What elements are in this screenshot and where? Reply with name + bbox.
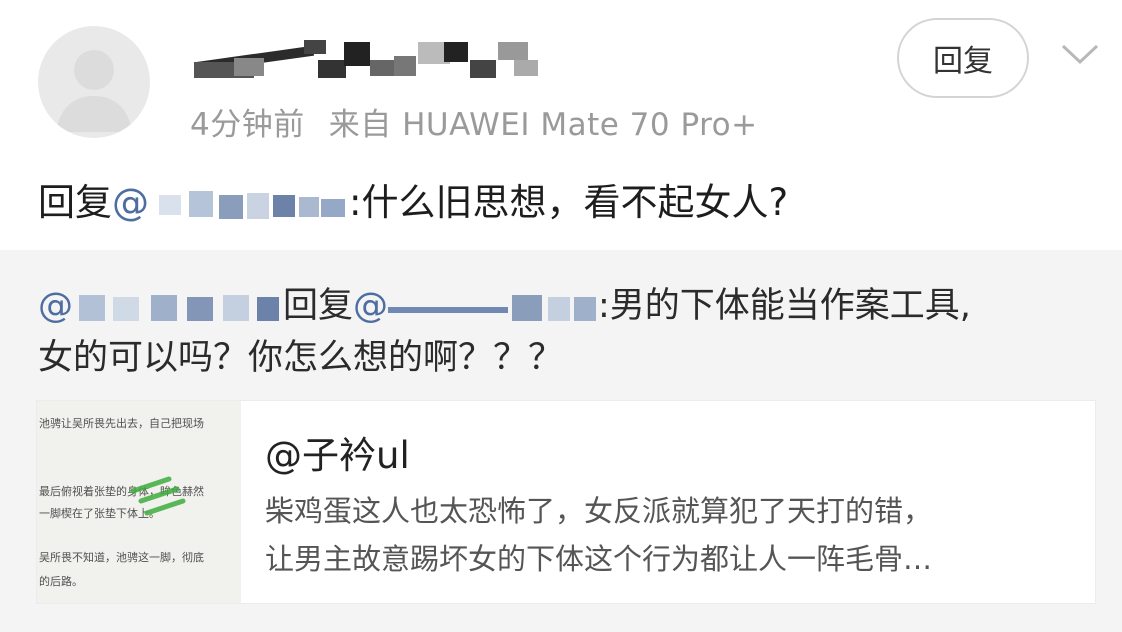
card-title: @子衿ul: [265, 434, 410, 477]
card-desc-line: 柴鸡蛋这人也太恐怖了，女反派就算犯了天打的错，: [265, 494, 933, 528]
quote-text: @ 回复@:男的下体能当作案工具, 女的可以吗？你怎么想的啊？？？: [38, 280, 1098, 384]
reply-button[interactable]: 回复: [897, 18, 1029, 98]
mention-at: @: [112, 181, 149, 224]
mention-blurred: [73, 287, 283, 327]
comment-source: 来自 HUAWEI Mate 70 Pro+: [328, 107, 758, 143]
user-avatar[interactable]: [38, 26, 150, 138]
reply-prefix: 回复: [38, 181, 112, 224]
mention-blurred: [149, 185, 349, 225]
comment-body: 回复@ :什么旧思想，看不起女人?: [38, 178, 788, 228]
quote-line1: :男的下体能当作案工具,: [598, 286, 971, 326]
card-thumbnail: 池骋让吴所畏先出去，自己把现场 最后俯视着张垫的身体，眸色赫然 一脚楔在了张垫下…: [37, 401, 241, 603]
default-avatar-icon: [56, 50, 132, 132]
card-desc-line: 让男主故意踢坏女的下体这个行为都让人一阵毛骨…: [265, 542, 933, 576]
quoted-comment[interactable]: @ 回复@:男的下体能当作案工具, 女的可以吗？你怎么想的啊？？？ 池骋让吴所畏先…: [0, 250, 1122, 632]
comment-time: 4分钟前: [190, 107, 305, 143]
username-blurred[interactable]: [193, 36, 544, 80]
comment-meta: 4分钟前 来自 HUAWEI Mate 70 Pro+: [190, 99, 758, 144]
highlight-marks-icon: [130, 476, 186, 516]
chevron-down-icon[interactable]: [1060, 40, 1100, 68]
mention-blurred: [388, 287, 598, 327]
quote-mention-2[interactable]: @: [353, 286, 598, 326]
mention-at: @: [38, 286, 73, 326]
reply-text: :什么旧思想，看不起女人?: [349, 181, 789, 224]
card-description: 柴鸡蛋这人也太恐怖了，女反派就算犯了天打的错， 让男主故意踢坏女的下体这个行为都…: [265, 487, 1075, 583]
quote-reply-word: 回复: [283, 286, 354, 326]
weibo-share-card[interactable]: 池骋让吴所畏先出去，自己把现场 最后俯视着张垫的身体，眸色赫然 一脚楔在了张垫下…: [36, 400, 1096, 604]
reply-mention[interactable]: @: [112, 181, 349, 224]
mention-at: @: [353, 286, 389, 326]
quote-line2: 女的可以吗？你怎么想的啊？？？: [38, 338, 564, 378]
quote-mention-1[interactable]: @: [38, 286, 283, 326]
